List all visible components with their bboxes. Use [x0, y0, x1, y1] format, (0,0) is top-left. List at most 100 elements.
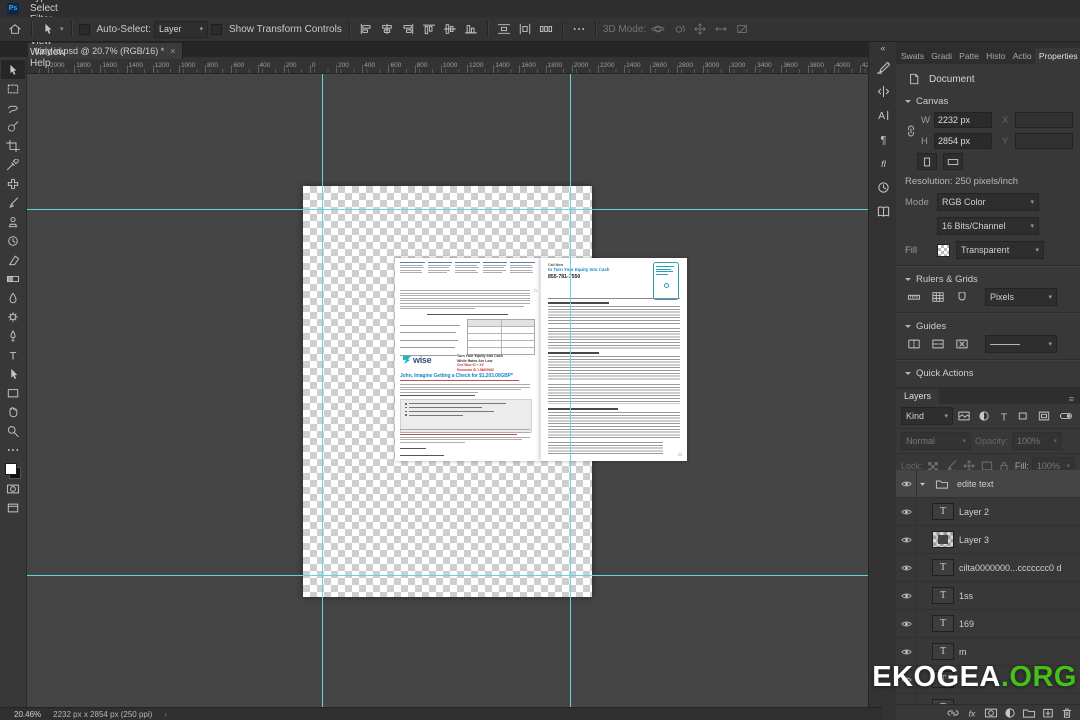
document-page-right[interactable]: Call Now to Turn Your Equity Into Cash 8…: [540, 258, 687, 461]
layer-thumbnail[interactable]: T: [932, 615, 954, 632]
new-layer-icon[interactable]: [1040, 706, 1055, 719]
clone-stamp-tool[interactable]: [1, 212, 25, 231]
zoom-level-field[interactable]: 20.46%: [14, 710, 41, 719]
layer-row[interactable]: edite text: [896, 470, 1080, 498]
menu-window[interactable]: Window: [23, 47, 73, 58]
filter-shape-layers-icon[interactable]: [1015, 408, 1033, 424]
layers-tab[interactable]: Layers: [896, 389, 940, 404]
align-options-icon[interactable]: [570, 21, 588, 37]
filter-type-layers-icon[interactable]: T: [995, 408, 1013, 424]
3d-slide-icon[interactable]: [712, 21, 730, 37]
vertical-guide[interactable]: [570, 73, 571, 708]
paths-panel-icon[interactable]: [871, 79, 895, 103]
width-field[interactable]: 2232 px: [934, 112, 992, 128]
eyedropper-tool[interactable]: [1, 155, 25, 174]
layer-name[interactable]: Layer 3: [959, 535, 989, 545]
delete-layer-icon[interactable]: [1059, 706, 1074, 719]
bit-depth-dropdown[interactable]: 16 Bits/Channel ▾: [937, 217, 1039, 235]
align-center-vertical-icon[interactable]: [441, 21, 459, 37]
layer-row[interactable]: T 1ss: [896, 582, 1080, 610]
new-adjustment-layer-icon[interactable]: [1002, 706, 1017, 719]
path-selection-tool[interactable]: [1, 364, 25, 383]
fill-dropdown[interactable]: Transparent ▾: [956, 241, 1044, 259]
gradient-tool[interactable]: [1, 269, 25, 288]
lasso-tool[interactable]: [1, 98, 25, 117]
filter-adjustment-layers-icon[interactable]: [975, 408, 993, 424]
clear-guides-icon[interactable]: [953, 336, 971, 352]
filter-pixel-layers-icon[interactable]: [955, 408, 973, 424]
pen-tool[interactable]: [1, 326, 25, 345]
layer-name[interactable]: cilta0000000...ccccccc0 d: [959, 563, 1062, 573]
3d-orbit-icon[interactable]: [649, 21, 667, 37]
menu-help[interactable]: Help: [23, 58, 73, 69]
3d-scale-icon[interactable]: [733, 21, 751, 37]
type-tool[interactable]: T: [1, 345, 25, 364]
panel-tab-histo[interactable]: Histo: [982, 48, 1009, 64]
align-left-icon[interactable]: [357, 21, 375, 37]
document-page-left[interactable]: ⌂ wise Turn Your Equity Into Cash While …: [395, 258, 540, 461]
layer-thumbnail[interactable]: T: [932, 503, 954, 520]
spot-healing-brush-tool[interactable]: [1, 174, 25, 193]
dodge-tool[interactable]: [1, 307, 25, 326]
distribute-spacing-icon[interactable]: [537, 21, 555, 37]
color-swatches[interactable]: [5, 463, 21, 479]
align-bottom-icon[interactable]: [462, 21, 480, 37]
blur-tool[interactable]: [1, 288, 25, 307]
current-tool-icon[interactable]: [39, 21, 57, 37]
rectangle-tool[interactable]: [1, 383, 25, 402]
horizontal-guide[interactable]: [26, 575, 868, 576]
color-mode-dropdown[interactable]: RGB Color ▾: [937, 193, 1039, 211]
3d-pan-icon[interactable]: [691, 21, 709, 37]
panel-menu-icon[interactable]: ≡: [1069, 394, 1075, 404]
opacity-dropdown[interactable]: 100% ▾: [1012, 432, 1063, 450]
history-brush-tool[interactable]: [1, 231, 25, 250]
blend-mode-dropdown[interactable]: Normal ▾: [901, 432, 971, 450]
panel-tab-patte[interactable]: Patte: [955, 48, 982, 64]
group-expand-caret-icon[interactable]: [917, 480, 927, 488]
brush-settings-panel-icon[interactable]: [871, 55, 895, 79]
rectangular-marquee-tool[interactable]: [1, 79, 25, 98]
hand-tool[interactable]: [1, 402, 25, 421]
panel-tab-actio[interactable]: Actio: [1009, 48, 1035, 64]
close-tab-icon[interactable]: ×: [170, 46, 175, 56]
layer-effects-icon[interactable]: fx: [964, 706, 979, 719]
layer-name[interactable]: m: [959, 647, 967, 657]
edit-toolbar[interactable]: [1, 440, 25, 459]
distribute-vertical-icon[interactable]: [495, 21, 513, 37]
layer-name[interactable]: 1ss: [959, 591, 973, 601]
add-layer-mask-icon[interactable]: [983, 706, 998, 719]
3d-roll-icon[interactable]: [670, 21, 688, 37]
layer-filter-kind-dropdown[interactable]: Kind ▾: [901, 407, 953, 425]
screen-mode-button[interactable]: [1, 498, 25, 517]
layer-name[interactable]: 169: [959, 619, 974, 629]
layer-row[interactable]: Layer 3: [896, 526, 1080, 554]
layer-filter-toggle-icon[interactable]: [1057, 408, 1075, 424]
layer-name[interactable]: Layer 2: [959, 507, 989, 517]
rulers-grids-section-header[interactable]: Rulers & Grids: [905, 271, 1071, 288]
layer-thumbnail[interactable]: T: [932, 559, 954, 576]
layer-visibility-eye-icon[interactable]: [896, 610, 917, 637]
quick-selection-tool[interactable]: [1, 117, 25, 136]
status-options-icon[interactable]: ›: [164, 710, 167, 719]
history-panel-icon[interactable]: [871, 175, 895, 199]
layer-visibility-eye-icon[interactable]: [896, 498, 917, 525]
auto-select-dropdown[interactable]: Layer ▾: [154, 20, 208, 38]
lock-guides-icon[interactable]: [929, 336, 947, 352]
app-icon[interactable]: Ps: [7, 2, 19, 15]
toggle-rulers-icon[interactable]: [905, 289, 923, 305]
layer-name[interactable]: edite text: [957, 479, 994, 489]
layer-row[interactable]: Tcilta0000000...ccccccc0 d: [896, 554, 1080, 582]
paragraph-panel-icon[interactable]: ¶: [871, 127, 895, 151]
layer-visibility-eye-icon[interactable]: [896, 554, 917, 581]
filter-smart-objects-icon[interactable]: [1035, 408, 1053, 424]
move-tool[interactable]: [1, 60, 25, 79]
layer-visibility-eye-icon[interactable]: [896, 470, 917, 497]
expand-panels-icon[interactable]: «: [880, 41, 885, 55]
link-dimensions-icon[interactable]: [904, 123, 918, 139]
menu-select[interactable]: Select: [23, 3, 73, 14]
panel-tab-swats[interactable]: Swats: [897, 48, 927, 64]
toggle-grid-icon[interactable]: [929, 289, 947, 305]
home-icon[interactable]: [6, 21, 24, 37]
align-center-horizontal-icon[interactable]: [378, 21, 396, 37]
layer-thumbnail[interactable]: T: [932, 587, 954, 604]
